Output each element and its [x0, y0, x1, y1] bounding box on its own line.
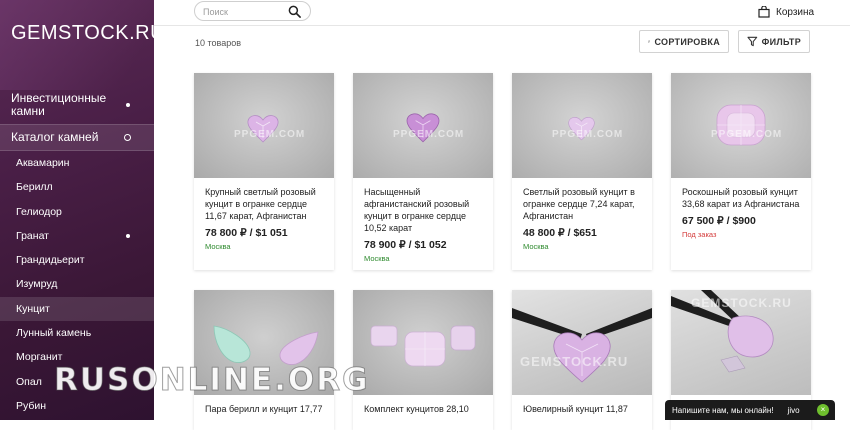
sidebar-item-label: Аквамарин [16, 157, 70, 169]
product-count: 10 товаров [195, 38, 242, 48]
filter-label: ФИЛЬТР [761, 36, 801, 47]
product-title[interactable]: Насыщенный афганистанский розовый кунцит… [364, 186, 483, 234]
product-info: Насыщенный афганистанский розовый кунцит… [353, 178, 493, 263]
product-location: Москва [364, 254, 390, 263]
watermark: PPGEM.COM [711, 129, 783, 140]
logo[interactable]: GEMSTOCK.RU [11, 22, 154, 45]
search-input[interactable] [203, 5, 283, 18]
product-info: Пара берилл и кунцит 17,77 [194, 395, 334, 415]
sidebar-item-catalog[interactable]: Каталог камней [0, 124, 154, 151]
product-price: 67 500 ₽ / $900 [682, 215, 756, 227]
product-card[interactable]: PPGEM.COM Насыщенный афганистанский розо… [353, 73, 493, 270]
sidebar-item-label: Изумруд [16, 278, 58, 291]
product-title[interactable]: Крупный светлый розовый кунцит в огранке… [205, 186, 324, 222]
product-price: 78 900 ₽ / $1 052 [364, 239, 447, 251]
sidebar-item-label: Опал [16, 375, 42, 388]
product-image[interactable] [353, 290, 493, 395]
product-card[interactable]: GEMSTOCK.RU Ювелирный кунцит 11,87 [512, 290, 652, 430]
sidebar-item-garnet[interactable]: Гранат [0, 224, 154, 248]
sidebar-item-beryl[interactable]: Берилл [0, 175, 154, 199]
product-card[interactable]: Комплект кунцитов 28,10 [353, 290, 493, 430]
sidebar-item-label: Рубин [16, 399, 47, 412]
product-info: Ювелирный кунцит 11,87 [512, 395, 652, 415]
sort-icon [648, 40, 651, 43]
beryl-pear-gem-image [213, 325, 251, 363]
header-divider [154, 25, 850, 26]
sidebar-item-label: Каталог камней [11, 130, 99, 144]
sidebar-item-grandidierite[interactable]: Грандидьерит [0, 248, 154, 272]
product-image[interactable]: PPGEM.COM [671, 73, 811, 178]
sidebar-item-aquamarine[interactable]: Аквамарин [0, 151, 154, 175]
filter-icon [747, 36, 758, 47]
watermark: GEMSTOCK.RU [520, 354, 629, 369]
product-title[interactable]: Комплект кунцитов 28,10 [364, 403, 483, 415]
product-info: Комплект кунцитов 28,10 [353, 395, 493, 415]
search-icon[interactable] [288, 5, 301, 18]
sidebar-item-label: Гранат [16, 229, 49, 242]
cart-link[interactable]: Корзина [758, 5, 814, 19]
product-location: Под заказ [682, 230, 717, 239]
product-title[interactable]: Роскошный розовый кунцит 33,68 карат из … [682, 186, 801, 210]
sidebar: GEMSTOCK.RU Инвестиционные камни Каталог… [0, 0, 154, 420]
product-image[interactable]: PPGEM.COM [194, 73, 334, 178]
sidebar-item-heliodor[interactable]: Гелиодор [0, 200, 154, 224]
product-title[interactable]: Светлый розовый кунцит в огранке сердце … [523, 186, 642, 222]
chat-brand: jivo [787, 405, 800, 415]
product-card[interactable]: PPGEM.COM Светлый розовый кунцит в огран… [512, 73, 652, 270]
product-info: Светлый розовый кунцит в огранке сердце … [512, 178, 652, 251]
expand-dot-icon [126, 103, 130, 107]
sidebar-item-label: Берилл [16, 181, 53, 194]
product-image[interactable]: GEMSTOCK.RU [671, 290, 811, 395]
collapse-ring-icon [124, 133, 131, 141]
sidebar-item-investment-stones[interactable]: Инвестиционные камни [0, 86, 154, 124]
sidebar-item-label: Грандидьерит [16, 254, 85, 267]
product-location: Москва [523, 242, 549, 251]
cart-label: Корзина [776, 6, 815, 18]
sidebar-item-kunzite[interactable]: Кунцит [0, 296, 154, 322]
sort-button[interactable]: СОРТИРОВКА [639, 30, 729, 53]
chat-widget[interactable]: Напишите нам, мы онлайн! jivo × [665, 400, 835, 420]
search-box[interactable] [194, 1, 311, 21]
product-info: Роскошный розовый кунцит 33,68 карат из … [671, 178, 811, 239]
close-icon[interactable]: × [817, 404, 829, 416]
shopping-bag-icon [758, 6, 770, 18]
product-title[interactable]: Ювелирный кунцит 11,87 [523, 403, 642, 415]
expand-dot-icon [126, 234, 130, 239]
sidebar-item-label: Инвестиционные камни [11, 91, 107, 118]
watermark: PPGEM.COM [393, 129, 465, 140]
product-title[interactable]: Пара берилл и кунцит 17,77 [205, 403, 324, 415]
product-card[interactable]: Пара берилл и кунцит 17,77 [194, 290, 334, 430]
product-card[interactable]: PPGEM.COM Крупный светлый розовый кунцит… [194, 73, 334, 270]
product-image[interactable]: PPGEM.COM [353, 73, 493, 178]
kunzite-set-gem-image [370, 325, 476, 367]
site-watermark: RUSONLINE.ORG [54, 362, 370, 399]
sidebar-item-label: Гелиодор [16, 205, 62, 218]
sidebar-item-moonstone[interactable]: Лунный камень [0, 321, 154, 345]
sidebar-item-label: Кунцит [16, 302, 50, 315]
kunzite-cushion-gem-image [716, 104, 766, 146]
sidebar-item-emerald[interactable]: Изумруд [0, 272, 154, 296]
filter-button[interactable]: ФИЛЬТР [738, 30, 810, 53]
watermark: PPGEM.COM [234, 129, 306, 140]
product-price: 78 800 ₽ / $1 051 [205, 227, 288, 239]
sort-label: СОРТИРОВКА [654, 36, 720, 47]
tweezers-kunzite-heart-image [512, 308, 652, 383]
product-image[interactable]: GEMSTOCK.RU [512, 290, 652, 395]
product-card[interactable]: PPGEM.COM Роскошный розовый кунцит 33,68… [671, 73, 811, 270]
product-price: 48 800 ₽ / $651 [523, 227, 597, 239]
product-info: Крупный светлый розовый кунцит в огранке… [194, 178, 334, 251]
watermark: GEMSTOCK.RU [691, 296, 792, 310]
product-image[interactable]: PPGEM.COM [512, 73, 652, 178]
chat-label: Напишите нам, мы онлайн! [672, 405, 774, 415]
product-location: Москва [205, 242, 231, 251]
watermark: PPGEM.COM [552, 129, 624, 140]
sidebar-item-label: Лунный камень [16, 327, 92, 340]
